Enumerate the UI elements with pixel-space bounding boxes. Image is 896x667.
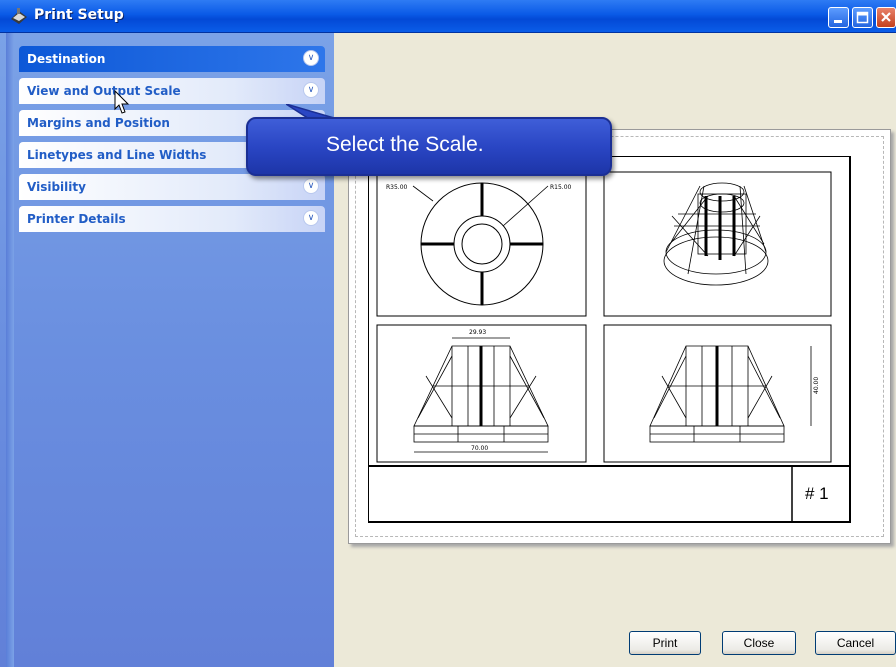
maximize-button[interactable] [852,7,873,28]
radius-outer-label: R35.00 [386,184,408,191]
top-width-label: 29.93 [469,329,486,336]
minimize-icon [834,20,842,23]
cancel-button[interactable]: Cancel [815,631,896,655]
print-preview-drawing: # 1 R35.00 R15.00 29.93 70.00 40.00 [368,156,851,523]
section-label: Printer Details [27,212,126,226]
bottom-width-label: 70.00 [471,445,488,452]
section-label: Margins and Position [27,116,170,130]
drawing-frame [368,156,851,523]
radius-inner-label: R15.00 [550,184,572,191]
section-label: View and Output Scale [27,84,181,98]
right-view-geometry [649,345,812,443]
printer-app-icon [11,8,27,24]
section-printer-details[interactable]: Printer Details ∨ [19,206,325,232]
height-label: 40.00 [813,377,820,394]
section-view-and-output-scale[interactable]: View and Output Scale ∨ [19,78,325,104]
title-bar: Print Setup [0,0,896,33]
section-label: Linetypes and Line Widths [27,148,207,162]
close-window-button[interactable] [876,7,896,28]
close-button[interactable]: Close [722,631,796,655]
mouse-cursor-icon [114,90,130,114]
maximize-icon [856,11,869,24]
section-label: Destination [27,52,106,66]
chevron-down-icon[interactable]: ∨ [303,82,319,98]
top-view-geometry [412,182,549,306]
chevron-down-icon[interactable]: ∨ [303,178,319,194]
perspective-view-geometry [663,182,769,286]
window-title: Print Setup [34,7,124,23]
section-label: Visibility [27,180,86,194]
chevron-down-icon[interactable]: ∨ [303,210,319,226]
sheet-number: # 1 [805,484,829,503]
task-panel-edge [6,33,14,667]
section-visibility[interactable]: Visibility ∨ [19,174,325,200]
front-view-geometry [413,337,549,453]
tooltip-callout: Select the Scale. [246,117,612,176]
print-button[interactable]: Print [629,631,701,655]
minimize-button[interactable] [828,7,849,28]
section-destination[interactable]: Destination ∨ [19,46,325,72]
chevron-down-icon[interactable]: ∨ [303,50,319,66]
close-icon [881,12,891,22]
tooltip-text: Select the Scale. [326,133,484,156]
